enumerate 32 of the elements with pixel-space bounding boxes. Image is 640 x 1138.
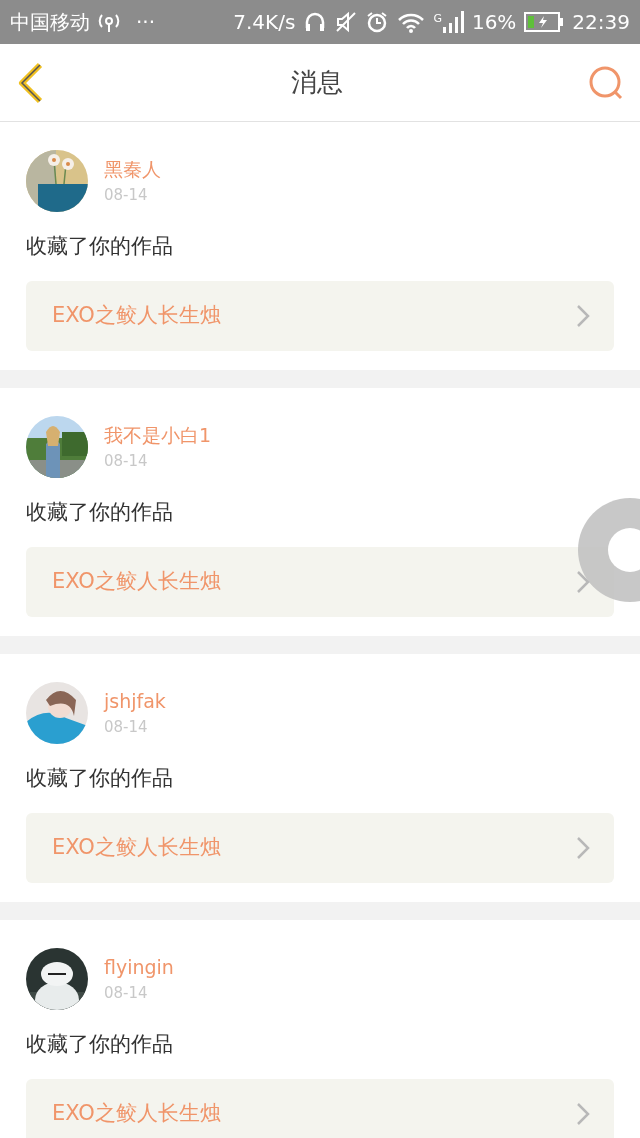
battery-icon <box>524 12 565 32</box>
work-link[interactable]: EXO之鲛人长生烛 <box>26 813 614 883</box>
user-name[interactable]: jshjfak <box>104 689 166 713</box>
user-name[interactable]: flyingin <box>104 955 174 979</box>
chevron-right-icon <box>576 1102 590 1126</box>
network-type: G <box>433 11 442 27</box>
user-name[interactable]: 黑秦人 <box>104 157 161 181</box>
chevron-right-icon <box>576 836 590 860</box>
message-text: 收藏了你的作品 <box>26 765 174 792</box>
work-title: EXO之鲛人长生烛 <box>52 302 221 330</box>
work-link[interactable]: EXO之鲛人长生烛 <box>26 1079 614 1138</box>
message-text: 收藏了你的作品 <box>26 1031 174 1058</box>
network-speed: 7.4K/s <box>233 9 296 36</box>
work-title: EXO之鲛人长生烛 <box>52 1100 221 1128</box>
carrier-name: 中国移动 <box>10 9 90 36</box>
work-title: EXO之鲛人长生烛 <box>52 568 221 596</box>
page-title: 消息 <box>291 66 343 99</box>
work-title: EXO之鲛人长生烛 <box>52 834 221 862</box>
clock-time: 22:39 <box>572 9 630 36</box>
work-link[interactable]: EXO之鲛人长生烛 <box>26 547 614 617</box>
battery-percent: 16% <box>471 9 517 36</box>
wifi-icon <box>397 11 426 33</box>
work-link[interactable]: EXO之鲛人长生烛 <box>26 281 614 351</box>
user-name[interactable]: 我不是小白1 <box>104 423 212 447</box>
search-button[interactable] <box>588 64 624 101</box>
signal-icon <box>441 11 464 33</box>
message-text: 收藏了你的作品 <box>26 499 174 526</box>
more-indicator: ··· <box>136 9 156 36</box>
message-text: 收藏了你的作品 <box>26 233 174 260</box>
mute-icon <box>335 11 358 33</box>
chevron-right-icon <box>576 304 590 328</box>
chevron-right-icon <box>576 570 590 594</box>
